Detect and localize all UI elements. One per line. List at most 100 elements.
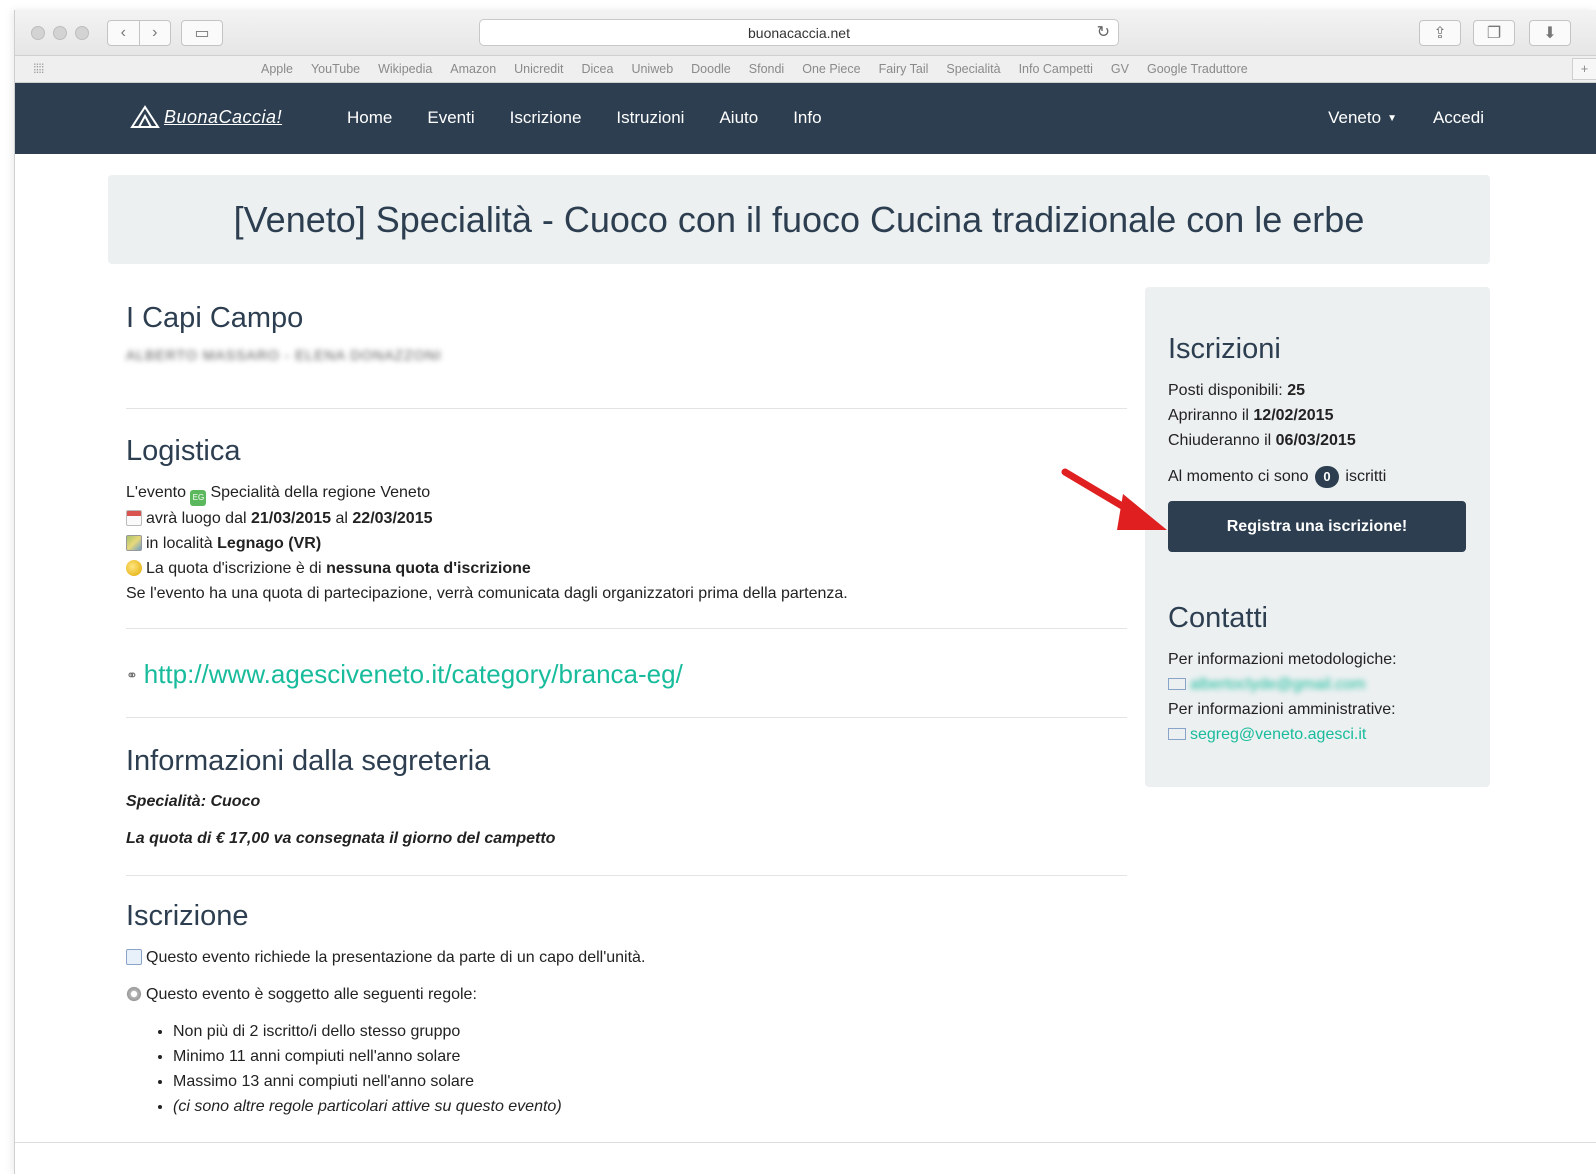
iscritti-suffix: iscritti xyxy=(1345,468,1387,485)
nav-item-home[interactable]: Home xyxy=(347,108,392,128)
date-mid: al xyxy=(335,510,348,527)
register-button[interactable]: Registra una iscrizione! xyxy=(1168,501,1466,552)
nav-item-info[interactable]: Info xyxy=(793,108,821,128)
bookmark-item[interactable]: Apple xyxy=(261,62,293,76)
tent-logo-icon xyxy=(130,105,160,128)
rule-item: Non più di 2 iscritto/i dello stesso gru… xyxy=(173,1019,1127,1044)
bookmark-list: Apple YouTube Wikipedia Amazon Unicredit Dice… xyxy=(261,62,1248,76)
iscrizioni-heading: Iscrizioni xyxy=(1168,333,1281,365)
quota-prefix: La quota d'iscrizione è di xyxy=(146,560,322,577)
bookmark-item[interactable]: Wikipedia xyxy=(378,62,432,76)
gear-icon xyxy=(126,986,142,1002)
page-title: [Veneto] Specialità - Cuoco con il fuoco… xyxy=(108,175,1490,264)
browser-toolbar: ‹ › ▭ buonacaccia.net ↻ ⇪ ❐ ⬇ xyxy=(15,10,1596,56)
evento-prefix: L'evento xyxy=(126,484,186,501)
logistica-section: Logistica L'evento EG Specialità della re… xyxy=(126,409,1127,629)
close-window-button[interactable] xyxy=(31,26,45,40)
nav-item-eventi[interactable]: Eventi xyxy=(427,108,474,128)
nav-item-iscrizione[interactable]: Iscrizione xyxy=(510,108,582,128)
bookmark-item[interactable]: Unicredit xyxy=(514,62,563,76)
event-details: I Capi Campo ALBERTO MASSARO - ELENA DON… xyxy=(126,302,1127,1119)
apertura-line: Apriranno il 12/02/2015 xyxy=(1168,403,1467,428)
back-icon[interactable]: ‹ xyxy=(108,21,140,45)
bookmark-item[interactable]: Info Campetti xyxy=(1019,62,1093,76)
envelope-icon xyxy=(1168,678,1186,690)
brand-logo[interactable]: BuonaCaccia! xyxy=(130,105,282,129)
regole-intro-line: Questo evento è soggetto alle seguenti r… xyxy=(126,982,1127,1007)
nav-item-aiuto[interactable]: Aiuto xyxy=(719,108,758,128)
quota-value: nessuna quota d'iscrizione xyxy=(326,560,531,577)
evento-text: Specialità della regione Veneto xyxy=(210,484,431,501)
iscrizione-heading: Iscrizione xyxy=(126,900,249,932)
amministrative-label: Per informazioni amministrative: xyxy=(1168,701,1396,718)
iscrizione-section: Iscrizione Questo evento richiede la pre… xyxy=(126,876,1127,1119)
minimize-window-button[interactable] xyxy=(53,26,67,40)
bookmark-item[interactable]: Uniweb xyxy=(631,62,673,76)
quota-note: Se l'evento ha una quota di partecipazio… xyxy=(126,585,848,602)
posti-line: Posti disponibili: 25 xyxy=(1168,378,1467,403)
sidebar-toggle-icon[interactable]: ▭ xyxy=(181,20,223,46)
map-icon xyxy=(126,535,142,551)
brand-name: BuonaCaccia! xyxy=(164,106,283,127)
bookmark-item[interactable]: Dicea xyxy=(581,62,613,76)
rule-item: Minimo 11 anni compiuti nell'anno solare xyxy=(173,1044,1127,1069)
posti-label: Posti disponibili: xyxy=(1168,382,1283,399)
rule-item: (ci sono altre regole particolari attive… xyxy=(173,1094,1127,1119)
nav-item-istruzioni[interactable]: Istruzioni xyxy=(616,108,684,128)
zoom-window-button[interactable] xyxy=(75,26,89,40)
presentazione-text: Questo evento richiede la presentazione … xyxy=(146,949,646,966)
history-nav: ‹ › xyxy=(107,20,171,46)
address-bar[interactable]: buonacaccia.net ↻ xyxy=(479,19,1119,46)
bookmark-item[interactable]: One Piece xyxy=(802,62,860,76)
nav-right: Veneto ▼ Accedi xyxy=(1328,108,1484,128)
calendar-icon xyxy=(126,510,142,526)
forward-icon[interactable]: › xyxy=(140,21,171,45)
url-text: buonacaccia.net xyxy=(748,25,850,41)
bookmark-item[interactable]: Sfondi xyxy=(749,62,784,76)
chiusura-label: Chiuderanno il xyxy=(1168,432,1272,449)
date-line: avrà luogo dal 21/03/2015 al 22/03/2015 xyxy=(126,506,1127,531)
chiusura-value: 06/03/2015 xyxy=(1275,432,1356,449)
bookmark-item[interactable]: Doodle xyxy=(691,62,731,76)
main-nav: Home Eventi Iscrizione Istruzioni Aiuto Info xyxy=(347,108,822,128)
add-bookmark-icon[interactable]: + xyxy=(1572,58,1596,80)
reload-icon[interactable]: ↻ xyxy=(1097,20,1110,46)
eg-badge-icon: EG xyxy=(190,490,207,506)
tabs-overview-icon[interactable]: ❐ xyxy=(1473,20,1515,46)
iscritti-count-badge: 0 xyxy=(1314,466,1339,488)
download-icon[interactable]: ⬇ xyxy=(1529,20,1571,46)
segreteria-section: Informazioni dalla segreteria Specialità… xyxy=(126,718,1127,876)
regole-intro-text: Questo evento è soggetto alle seguenti r… xyxy=(146,986,477,1003)
bookmark-item[interactable]: Fairy Tail xyxy=(879,62,929,76)
event-link[interactable]: http://www.agesciveneto.it/category/bran… xyxy=(144,659,683,689)
link-icon: ⚭ xyxy=(126,667,138,683)
login-link[interactable]: Accedi xyxy=(1433,108,1484,128)
bookmark-item[interactable]: Specialità xyxy=(946,62,1000,76)
rule-item: Massimo 13 anni compiuti nell'anno solar… xyxy=(173,1069,1127,1094)
site-navbar: BuonaCaccia! Home Eventi Iscrizione Istruzi… xyxy=(15,83,1596,154)
capi-names: ALBERTO MASSARO - ELENA DONAZZONI xyxy=(126,347,442,363)
amministrative-email[interactable]: segreg@veneto.agesci.it xyxy=(1190,726,1366,743)
bookmark-item[interactable]: Google Traduttore xyxy=(1147,62,1248,76)
amministrative-email-line[interactable]: segreg@veneto.agesci.it xyxy=(1168,722,1467,747)
document-edit-icon xyxy=(126,949,142,965)
date-from: 21/03/2015 xyxy=(250,510,332,527)
chiusura-line: Chiuderanno il 06/03/2015 xyxy=(1168,428,1467,453)
bookmark-item[interactable]: GV xyxy=(1111,62,1129,76)
metodologiche-email[interactable]: albertoclyde@gmail.com xyxy=(1190,676,1365,693)
share-icon[interactable]: ⇪ xyxy=(1419,20,1461,46)
bookmark-item[interactable]: Amazon xyxy=(450,62,496,76)
window-controls xyxy=(31,26,89,40)
caret-down-icon: ▼ xyxy=(1387,113,1397,125)
region-dropdown[interactable]: Veneto ▼ xyxy=(1328,108,1397,128)
bookmark-item[interactable]: YouTube xyxy=(311,62,360,76)
iscritti-prefix: Al momento ci sono xyxy=(1168,468,1309,485)
bookmarks-bar: ⁞⁞⁞⁞ Apple YouTube Wikipedia Amazon Unicredi… xyxy=(15,56,1596,83)
rules-list: Non più di 2 iscritto/i dello stesso gru… xyxy=(173,1019,1127,1119)
metodologiche-email-line[interactable]: albertoclyde@gmail.com xyxy=(1168,672,1467,697)
metodologiche-label: Per informazioni metodologiche: xyxy=(1168,651,1397,668)
place-value: Legnago (VR) xyxy=(217,535,322,552)
apertura-label: Apriranno il xyxy=(1168,407,1249,424)
top-sites-grid-icon[interactable]: ⁞⁞⁞⁞ xyxy=(33,61,44,76)
date-to: 22/03/2015 xyxy=(352,510,433,527)
